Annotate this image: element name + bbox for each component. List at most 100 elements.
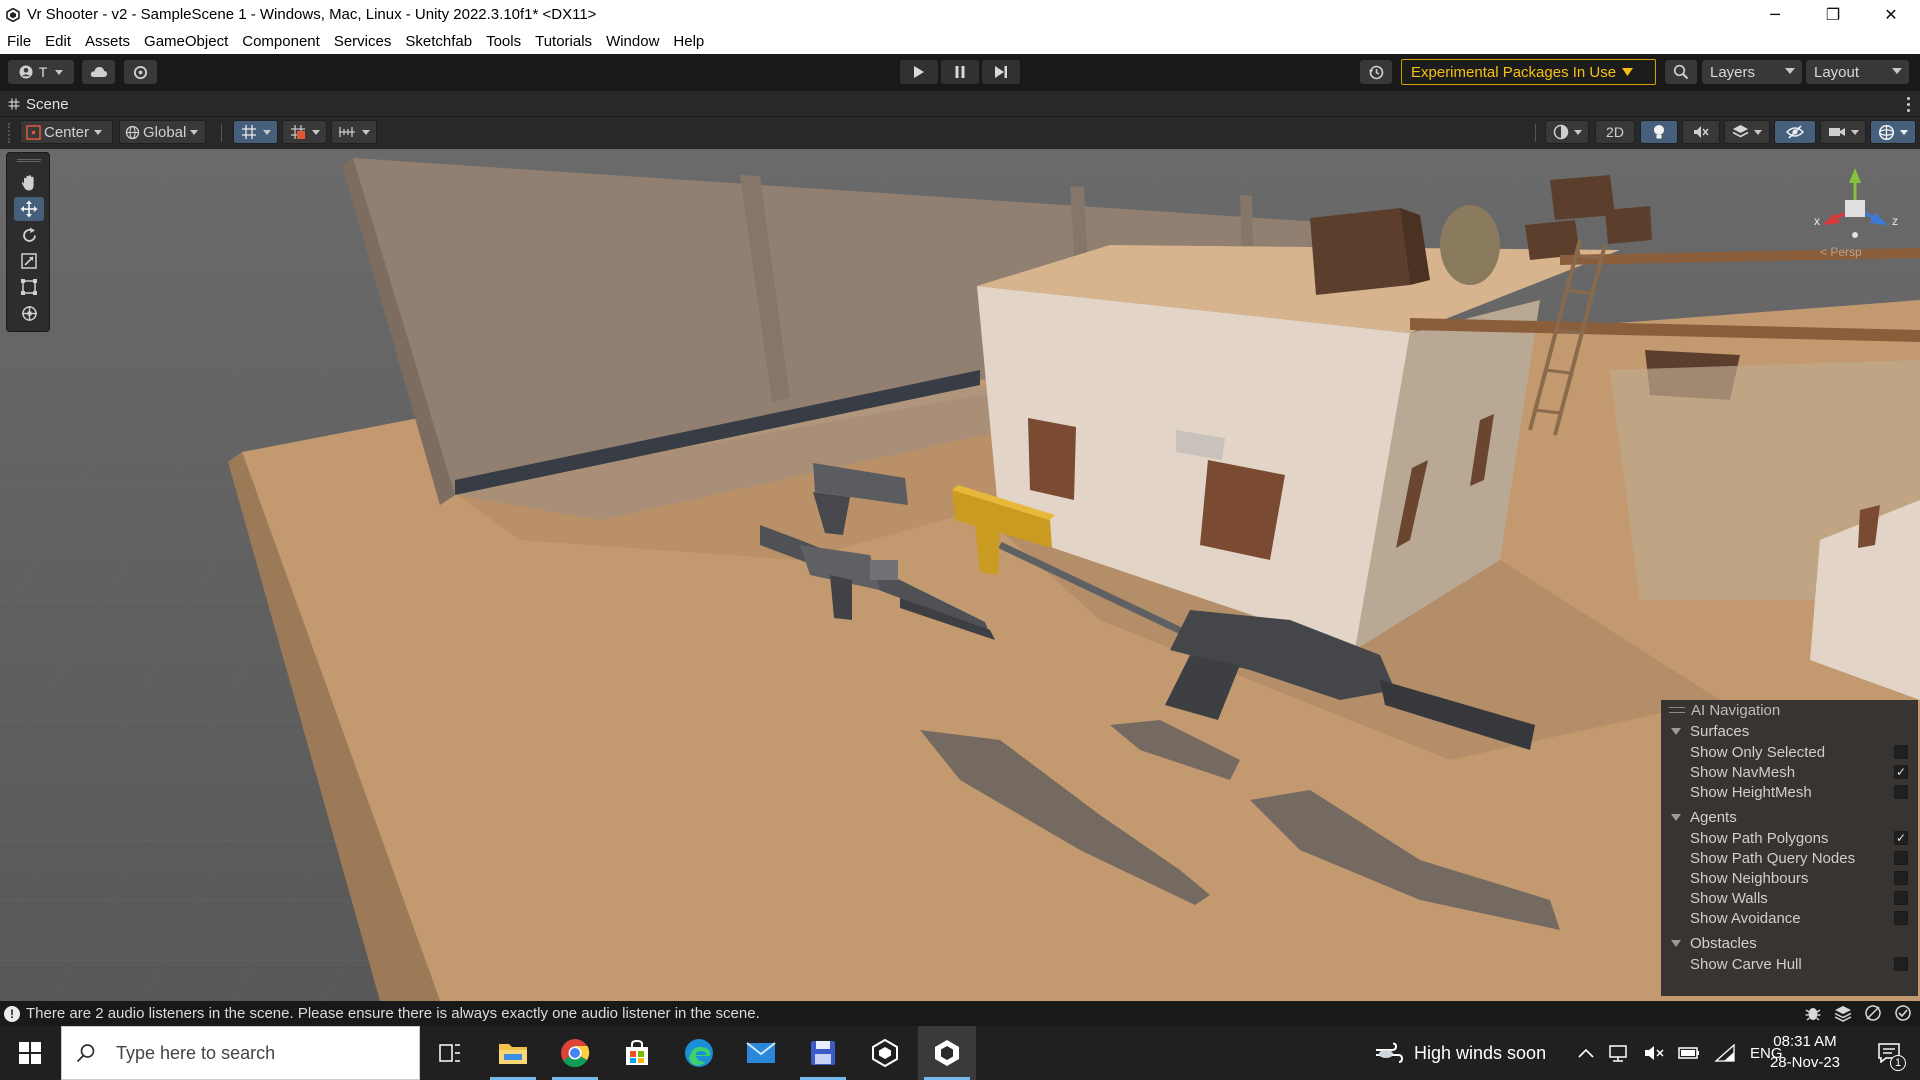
close-button[interactable]: ✕ <box>1862 0 1920 29</box>
show-path-polygons-checkbox[interactable]: ✓ <box>1894 831 1908 845</box>
gizmos-dropdown[interactable] <box>1870 120 1916 144</box>
show-walls-option: Show Walls <box>1661 888 1918 908</box>
layout-dropdown[interactable]: Layout <box>1806 60 1909 84</box>
menu-sketchfab[interactable]: Sketchfab <box>398 33 479 50</box>
menu-component[interactable]: Component <box>235 33 327 50</box>
show-carve-hull-checkbox[interactable] <box>1894 957 1908 971</box>
network-icon[interactable] <box>1608 1043 1630 1063</box>
scene-visibility-toggle[interactable] <box>1774 120 1816 144</box>
taskbar-save-app[interactable] <box>794 1026 852 1080</box>
orientation-gizmo[interactable]: x z < Persp <box>1800 163 1910 263</box>
chrome-icon <box>561 1039 590 1068</box>
rotate-tool-button[interactable] <box>14 223 44 247</box>
lighting-toggle[interactable] <box>1640 120 1678 144</box>
layers-stack-icon[interactable] <box>1834 1004 1852 1022</box>
menu-tools[interactable]: Tools <box>479 33 528 50</box>
chevron-up-icon[interactable] <box>1578 1048 1594 1058</box>
task-view-button[interactable] <box>421 1026 479 1080</box>
taskbar-file-explorer[interactable] <box>484 1026 542 1080</box>
task-view-icon <box>439 1044 460 1062</box>
obstacles-group[interactable]: Obstacles <box>1661 932 1918 954</box>
menu-assets[interactable]: Assets <box>78 33 137 50</box>
clock[interactable]: 08:31 AM 28-Nov-23 <box>1760 1031 1850 1073</box>
tab-scene[interactable]: Scene <box>8 91 69 117</box>
draw-mode-dropdown[interactable] <box>1545 120 1589 144</box>
increment-snap-toggle[interactable] <box>331 120 377 144</box>
pivot-dropdown[interactable]: Center <box>20 120 113 144</box>
menu-help[interactable]: Help <box>666 33 711 50</box>
taskbar-edge[interactable] <box>670 1026 728 1080</box>
start-button[interactable] <box>0 1026 60 1080</box>
check-circle-icon[interactable] <box>1894 1004 1912 1022</box>
taskbar-search-box[interactable]: Type here to search <box>61 1026 420 1080</box>
2d-mode-toggle[interactable]: 2D <box>1595 120 1635 144</box>
wifi-icon[interactable] <box>1714 1044 1736 1062</box>
collab-button[interactable] <box>124 60 157 84</box>
camera-dropdown[interactable] <box>1820 120 1866 144</box>
view-tool-button[interactable] <box>14 171 44 195</box>
transform-tool-button[interactable] <box>14 301 44 325</box>
snapping-toggle[interactable] <box>282 120 327 144</box>
scene-render[interactable] <box>0 149 1920 1001</box>
show-only-selected-checkbox[interactable] <box>1894 745 1908 759</box>
taskbar-microsoft-store[interactable] <box>608 1026 666 1080</box>
play-button[interactable] <box>900 60 938 84</box>
main-toolbar: T Experimental Packages In Use Layers La… <box>0 54 1920 91</box>
show-avoidance-checkbox[interactable] <box>1894 911 1908 925</box>
taskbar-unity-hub[interactable] <box>856 1026 914 1080</box>
move-tool-button[interactable] <box>14 197 44 221</box>
menu-window[interactable]: Window <box>599 33 666 50</box>
maximize-button[interactable]: ❐ <box>1804 0 1862 29</box>
gizmos-globe-icon <box>1878 124 1895 140</box>
agents-group[interactable]: Agents <box>1661 806 1918 828</box>
taskbar-unity-editor[interactable] <box>918 1026 976 1080</box>
ai-navigation-header[interactable]: AI Navigation <box>1661 700 1918 720</box>
gizmo-x-label: x <box>1814 214 1820 228</box>
step-button[interactable] <box>982 60 1020 84</box>
menu-file[interactable]: File <box>0 33 38 50</box>
pause-button[interactable] <box>941 60 979 84</box>
battery-icon[interactable] <box>1678 1046 1700 1060</box>
debug-bug-icon[interactable] <box>1804 1004 1822 1022</box>
account-dropdown[interactable]: T <box>8 60 74 84</box>
title-bar: Vr Shooter - v2 - SampleScene 1 - Window… <box>0 0 1920 29</box>
audio-toggle[interactable] <box>1682 120 1720 144</box>
menu-tutorials[interactable]: Tutorials <box>528 33 599 50</box>
show-walls-checkbox[interactable] <box>1894 891 1908 905</box>
cloud-button[interactable] <box>82 60 115 84</box>
menu-gameobject[interactable]: GameObject <box>137 33 235 50</box>
show-navmesh-checkbox[interactable]: ✓ <box>1894 765 1908 779</box>
menu-edit[interactable]: Edit <box>38 33 78 50</box>
scene-viewport[interactable]: x z < Persp <box>0 149 1920 1001</box>
minimize-button[interactable]: ─ <box>1746 0 1804 29</box>
scale-tool-button[interactable] <box>14 249 44 273</box>
rect-tool-button[interactable] <box>14 275 44 299</box>
option-label: Show Path Query Nodes <box>1690 849 1856 867</box>
show-path-query-nodes-checkbox[interactable] <box>1894 851 1908 865</box>
search-button[interactable] <box>1665 60 1697 84</box>
experimental-packages-dropdown[interactable]: Experimental Packages In Use <box>1401 59 1656 85</box>
network-disabled-icon[interactable] <box>1864 1004 1882 1022</box>
taskbar-chrome[interactable] <box>546 1026 604 1080</box>
grid-visibility-toggle[interactable] <box>233 120 278 144</box>
taskbar-mail[interactable] <box>732 1026 790 1080</box>
show-neighbours-checkbox[interactable] <box>1894 871 1908 885</box>
weather-widget[interactable]: High winds soon <box>1374 1026 1546 1080</box>
chevron-down-icon <box>262 129 271 135</box>
more-options-icon[interactable] <box>1906 95 1910 113</box>
clock-time: 08:31 AM <box>1773 1033 1837 1050</box>
space-dropdown[interactable]: Global <box>119 120 206 144</box>
show-heightmesh-checkbox[interactable] <box>1894 785 1908 799</box>
wind-icon <box>1376 1042 1404 1063</box>
effects-dropdown[interactable] <box>1724 120 1770 144</box>
chevron-down-icon <box>1573 129 1582 135</box>
layers-dropdown[interactable]: Layers <box>1702 60 1802 84</box>
play-icon <box>914 66 924 78</box>
surfaces-group[interactable]: Surfaces <box>1661 720 1918 742</box>
notifications-button[interactable]: 1 <box>1862 1026 1916 1080</box>
status-bar[interactable]: ! There are 2 audio listeners in the sce… <box>0 1001 1920 1026</box>
volume-muted-icon[interactable] <box>1644 1044 1664 1062</box>
chevron-down-icon <box>311 129 320 135</box>
menu-services[interactable]: Services <box>327 33 399 50</box>
undo-history-button[interactable] <box>1360 60 1392 84</box>
